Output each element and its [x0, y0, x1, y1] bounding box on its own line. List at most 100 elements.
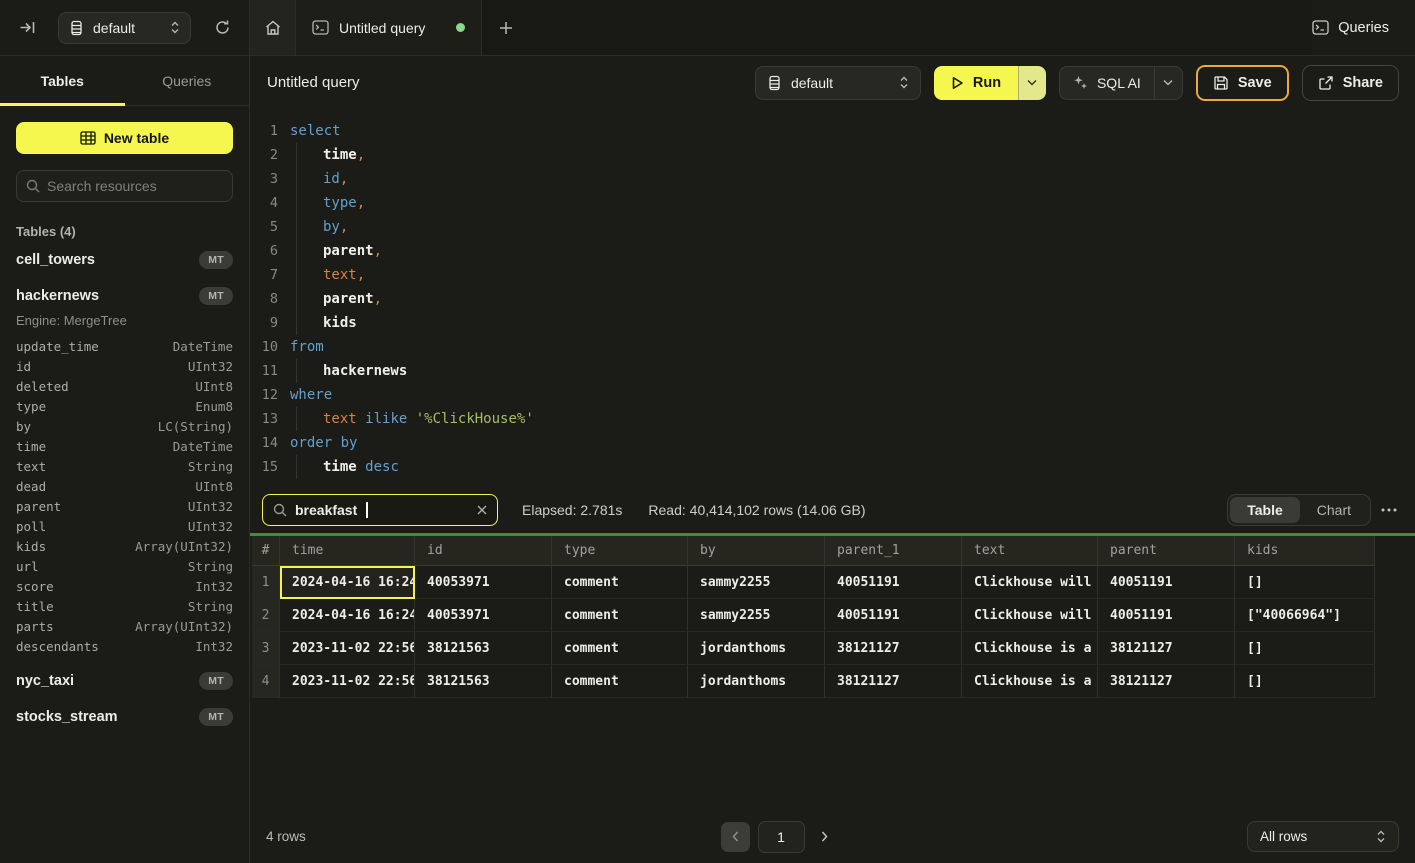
- column-header-parent[interactable]: parent: [1098, 536, 1235, 566]
- sql-editor[interactable]: 1select2time,3id,4type,5by,6parent,7text…: [250, 109, 1415, 487]
- indent-guide: [296, 287, 297, 311]
- column-type: UInt8: [195, 479, 233, 494]
- new-tab-button[interactable]: [482, 0, 530, 55]
- table-cell[interactable]: sammy2255: [688, 599, 825, 632]
- sql-ai-button[interactable]: SQL AI: [1060, 67, 1154, 99]
- page-size-selector[interactable]: All rows: [1247, 821, 1399, 852]
- table-item-nyc_taxi[interactable]: nyc_taxiMT: [16, 666, 233, 696]
- table-cell[interactable]: 38121127: [1098, 632, 1235, 665]
- column-header-id[interactable]: id: [415, 536, 552, 566]
- table-cell[interactable]: comment: [552, 665, 688, 698]
- table-cell[interactable]: 2024-04-16 16:24…: [280, 599, 415, 632]
- column-header-type[interactable]: type: [552, 536, 688, 566]
- code-token: by: [323, 219, 340, 235]
- table-name: cell_towers: [16, 252, 95, 268]
- column-header-time[interactable]: time: [280, 536, 415, 566]
- table-cell[interactable]: Clickhouse will …: [962, 566, 1098, 599]
- table-cell[interactable]: 38121127: [1098, 665, 1235, 698]
- database-selector[interactable]: default: [58, 12, 191, 44]
- table-cell[interactable]: 38121563: [415, 632, 552, 665]
- table-cell[interactable]: jordanthoms: [688, 665, 825, 698]
- table-cell[interactable]: []: [1235, 566, 1375, 599]
- previous-page-button[interactable]: [721, 822, 750, 852]
- queries-button[interactable]: Queries: [1312, 20, 1389, 36]
- next-page-button[interactable]: [813, 822, 837, 852]
- database-icon: [69, 20, 84, 36]
- sql-ai-options-button[interactable]: [1154, 67, 1182, 99]
- table-cell[interactable]: 40053971: [415, 599, 552, 632]
- clear-search-button[interactable]: [477, 505, 487, 515]
- chevron-right-icon: [821, 831, 828, 842]
- save-button[interactable]: Save: [1196, 65, 1289, 101]
- column-header-parent_1[interactable]: parent_1: [825, 536, 962, 566]
- run-options-button[interactable]: [1018, 66, 1046, 100]
- table-item-hackernews[interactable]: hackernewsMT: [16, 281, 233, 311]
- view-toggle-chart[interactable]: Chart: [1300, 497, 1368, 523]
- table-cell[interactable]: sammy2255: [688, 566, 825, 599]
- table-cell[interactable]: 40051191: [1098, 566, 1235, 599]
- code-token: [357, 411, 365, 427]
- column-header-num[interactable]: #: [252, 536, 280, 566]
- tab-untitled-query[interactable]: Untitled query: [296, 0, 482, 55]
- selected-cell[interactable]: 2024-04-16 16:24…: [280, 566, 415, 599]
- sidebar-tab-tables[interactable]: Tables: [0, 56, 125, 105]
- table-cell[interactable]: Clickhouse is a …: [962, 665, 1098, 698]
- table-cell[interactable]: ["40066964"]: [1235, 599, 1375, 632]
- table-cell[interactable]: 38121563: [415, 665, 552, 698]
- sidebar-search-input[interactable]: [47, 178, 223, 194]
- sidebar-tab-queries[interactable]: Queries: [125, 56, 250, 105]
- table-cell[interactable]: 40051191: [825, 599, 962, 632]
- table-cell[interactable]: Clickhouse is a …: [962, 632, 1098, 665]
- results-more-button[interactable]: [1381, 508, 1397, 512]
- table-cell[interactable]: jordanthoms: [688, 632, 825, 665]
- page-number-input[interactable]: [758, 821, 805, 853]
- table-cell[interactable]: comment: [552, 566, 688, 599]
- line-number: 3: [250, 171, 278, 187]
- table-cell[interactable]: 40051191: [825, 566, 962, 599]
- tables-section-label: Tables (4): [16, 224, 233, 239]
- column-type: Int32: [195, 639, 233, 654]
- column-header-text[interactable]: text: [962, 536, 1098, 566]
- code-line: time,: [290, 143, 365, 167]
- results-search[interactable]: breakfast: [262, 494, 498, 526]
- column-name: url: [16, 559, 39, 574]
- table-cell[interactable]: 2023-11-02 22:56…: [280, 665, 415, 698]
- code-line: parent,: [290, 239, 382, 263]
- table-cell[interactable]: 38121127: [825, 665, 962, 698]
- code-line: text,: [290, 263, 365, 287]
- code-token: [357, 459, 365, 475]
- column-header-kids[interactable]: kids: [1235, 536, 1375, 566]
- table-cell[interactable]: Clickhouse will …: [962, 599, 1098, 632]
- code-token: time: [323, 147, 357, 163]
- sidebar-search: [16, 170, 233, 202]
- tab-strip: Untitled query: [250, 0, 1312, 55]
- table-cell[interactable]: 38121127: [825, 632, 962, 665]
- table-item-stocks_stream[interactable]: stocks_streamMT: [16, 702, 233, 732]
- column-header-by[interactable]: by: [688, 536, 825, 566]
- table-cell[interactable]: 40053971: [415, 566, 552, 599]
- run-button[interactable]: Run: [934, 66, 1018, 100]
- database-icon: [767, 75, 782, 91]
- table-cell[interactable]: 2023-11-02 22:56…: [280, 632, 415, 665]
- table-cell[interactable]: []: [1235, 665, 1375, 698]
- code-token: ,: [374, 243, 382, 259]
- code-token: id: [323, 171, 340, 187]
- new-table-button[interactable]: New table: [16, 122, 233, 154]
- home-button[interactable]: [250, 0, 296, 55]
- table-cell[interactable]: comment: [552, 632, 688, 665]
- table-item-cell_towers[interactable]: cell_towersMT: [16, 245, 233, 275]
- refresh-button[interactable]: [208, 14, 236, 42]
- table-cell[interactable]: comment: [552, 599, 688, 632]
- code-line: type,: [290, 191, 365, 215]
- line-number: 8: [250, 291, 278, 307]
- sidebar: Tables Queries New table Tables (4): [0, 56, 250, 863]
- share-button[interactable]: Share: [1302, 65, 1399, 101]
- column-type: UInt32: [188, 519, 233, 534]
- row-number: 2: [252, 599, 280, 632]
- table-cell[interactable]: []: [1235, 632, 1375, 665]
- query-database-selector[interactable]: default: [755, 66, 921, 100]
- view-toggle-table[interactable]: Table: [1230, 497, 1300, 523]
- code-token: from: [290, 339, 324, 355]
- table-cell[interactable]: 40051191: [1098, 599, 1235, 632]
- collapse-sidebar-button[interactable]: [13, 14, 41, 42]
